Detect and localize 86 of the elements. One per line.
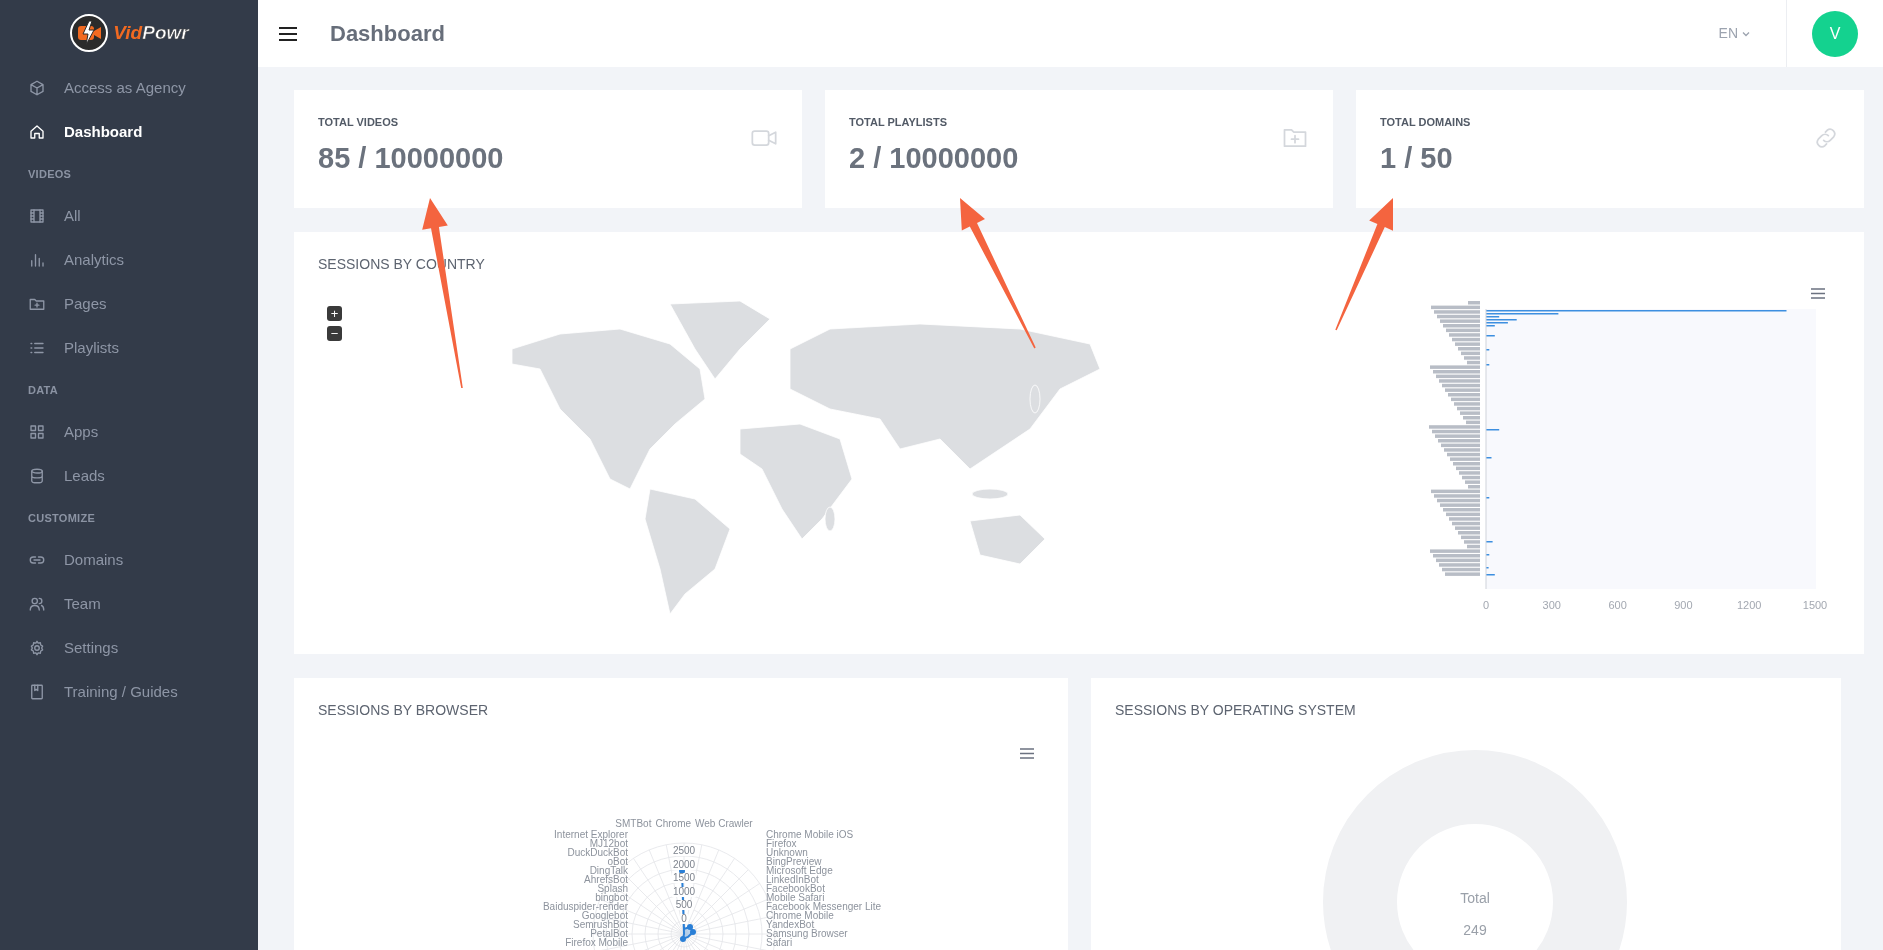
sidebar-item[interactable]: Domains [0, 538, 258, 582]
axis-tick-label: 1500 [1802, 598, 1828, 613]
sidebar-item[interactable]: All [0, 194, 258, 238]
language-selector[interactable]: EN [1718, 23, 1750, 44]
sidebar-item[interactable]: Leads [0, 454, 258, 498]
radar-label: Unknown [766, 848, 808, 857]
radar-label: DuckDuckBot [567, 848, 628, 857]
radar-label: SemrushBot [572, 920, 628, 929]
chart-menu-icon[interactable] [1811, 288, 1825, 299]
sidebar-item[interactable]: Pages [0, 282, 258, 326]
radar-label: Splash [597, 884, 628, 893]
radar-label: Microsoft Edge [766, 866, 833, 875]
sidebar-item[interactable]: Analytics [0, 238, 258, 282]
radar-label: MJ12bot [589, 839, 628, 848]
donut-total-label: Total [1460, 889, 1490, 908]
radar-label: Googlebot [581, 911, 628, 920]
radar-label: Firefox Mobile [565, 938, 628, 947]
radar-tick-label: 500 [674, 900, 694, 910]
stat-value: 85 / 10000000 [318, 140, 504, 176]
radar-label: Chrome Mobile iOS [766, 830, 854, 839]
home-icon [28, 123, 46, 141]
chart-menu-icon[interactable] [1020, 748, 1034, 759]
radar-label: bingbot [595, 893, 628, 902]
radar-label: AhrefsBot [584, 875, 628, 884]
logo-icon [69, 13, 110, 53]
radar-label: Samsung Browser [766, 929, 848, 938]
radar-label: Safari [766, 938, 793, 947]
database-icon [28, 467, 46, 485]
sidebar-item[interactable]: Playlists [0, 326, 258, 370]
radar-label: Facebook Messenger Lite [766, 902, 882, 911]
radar-label: PetalBot [590, 929, 628, 938]
radar-tick-label: 2500 [671, 846, 697, 856]
radar-label: FacebookBot [766, 884, 825, 893]
radar-label: SMTBot [615, 818, 652, 829]
section-heading: VIDEOS [28, 166, 72, 182]
axis-tick-label: 0 [1482, 598, 1490, 613]
film-icon [28, 207, 46, 225]
radar-label: Mobile Safari [766, 893, 825, 902]
radar-label: LinkedInBot [766, 875, 819, 884]
card-title: SESSIONS BY OPERATING SYSTEM [1115, 701, 1356, 720]
axis-tick-label: 1200 [1736, 598, 1762, 613]
radar-label: oBot [607, 857, 628, 866]
stat-value: 2 / 10000000 [849, 140, 1019, 176]
radar-tick-label: 0 [680, 913, 688, 924]
caret-icon [1742, 30, 1750, 37]
radar-label: Chrome Mobile [766, 911, 834, 920]
radar-label: Baiduspider-render [542, 902, 628, 911]
page-title: Dashboard [330, 20, 445, 48]
sidebar-item[interactable]: Dashboard [0, 110, 258, 154]
user-avatar[interactable]: V [1812, 10, 1858, 57]
zoom-in-button[interactable]: + [327, 306, 342, 321]
card-title: SESSIONS BY BROWSER [318, 701, 489, 720]
sidebar-item[interactable]: Team [0, 582, 258, 626]
radar-label: Chrome [655, 818, 692, 829]
stat-label: TOTAL DOMAINS [1380, 115, 1471, 130]
radar-label: Internet Explorer [554, 830, 628, 839]
cube-icon [28, 79, 46, 97]
sidebar-item[interactable]: Training / Guides [0, 670, 258, 714]
radar-label: BingPreview [766, 857, 822, 866]
book-icon [28, 683, 46, 701]
bar-chart-icon [28, 251, 46, 269]
stat-value: 1 / 50 [1380, 140, 1454, 176]
radar-tick-label: 1000 [671, 886, 697, 897]
zoom-out-button[interactable]: − [327, 326, 342, 341]
axis-tick-label: 900 [1674, 598, 1693, 613]
axis-tick-label: 600 [1608, 598, 1627, 613]
logo-text: VidPowr [113, 20, 189, 45]
donut-total-value: 249 [1463, 921, 1487, 940]
menu-icon[interactable] [278, 25, 298, 42]
users-icon [28, 595, 46, 613]
section-heading: CUSTOMIZE [28, 510, 96, 526]
radar-label: Web Crawler [695, 818, 753, 829]
stat-label: TOTAL VIDEOS [318, 115, 400, 130]
grid-icon [28, 423, 46, 441]
radar-label: Firefox [766, 839, 797, 848]
sidebar-item[interactable]: Apps [0, 410, 258, 454]
section-heading: DATA [28, 382, 59, 398]
settings-icon [28, 639, 46, 657]
stat-label: TOTAL PLAYLISTS [849, 115, 948, 130]
sidebar-item[interactable]: Settings [0, 626, 258, 670]
radar-label: DingTalk [589, 866, 628, 875]
radar-tick-label: 1500 [671, 873, 697, 883]
radar-label: YandexBot [766, 920, 815, 929]
radar-tick-label: 2000 [671, 859, 697, 870]
sidebar-item[interactable]: Access as Agency [0, 66, 258, 110]
axis-tick-label: 300 [1542, 598, 1561, 613]
